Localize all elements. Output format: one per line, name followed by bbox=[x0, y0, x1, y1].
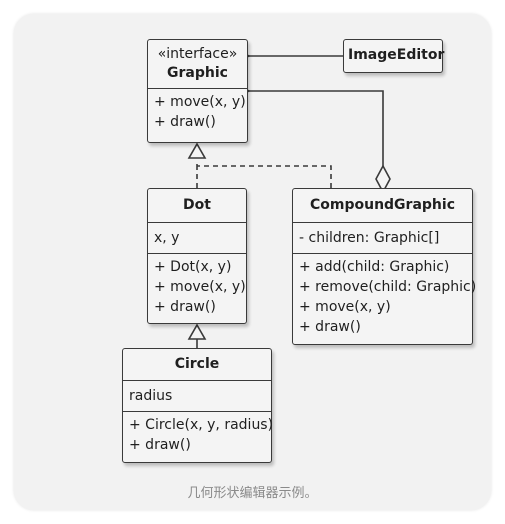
circle-box: Circle radius + Circle(x, y, radius) + d… bbox=[122, 348, 274, 463]
method-line: + draw() bbox=[129, 437, 191, 453]
graphic-title: Graphic bbox=[167, 65, 228, 81]
graphic-interface-box: «interface» Graphic + move(x, y) + draw(… bbox=[147, 39, 248, 143]
aggregation-line bbox=[249, 91, 384, 172]
compound-header: CompoundGraphic bbox=[293, 189, 472, 222]
circle-fields: radius bbox=[123, 380, 271, 411]
dot-title: Dot bbox=[183, 197, 211, 213]
method-line: + Dot(x, y) bbox=[154, 259, 232, 275]
image-editor-title: ImageEditor bbox=[348, 47, 445, 63]
method-line: + remove(child: Graphic) bbox=[299, 279, 477, 295]
method-line: + draw() bbox=[154, 299, 216, 315]
inheritance-triangle bbox=[187, 323, 207, 340]
graphic-header: «interface» Graphic bbox=[148, 40, 247, 88]
field-line: radius bbox=[129, 388, 173, 404]
method-line: + move(x, y) bbox=[154, 94, 246, 110]
compound-title: CompoundGraphic bbox=[309, 197, 455, 213]
method-line: + draw() bbox=[154, 114, 216, 130]
dot-fields: x, y bbox=[148, 222, 246, 253]
field-line: - children: Graphic[] bbox=[299, 230, 440, 246]
image-editor-header: ImageEditor bbox=[344, 40, 445, 71]
realization-triangle bbox=[187, 142, 207, 159]
method-line: + Circle(x, y, radius) bbox=[129, 417, 274, 433]
circle-title: Circle bbox=[174, 356, 220, 372]
circle-header: Circle bbox=[123, 349, 271, 380]
graphic-methods: + move(x, y) + draw() bbox=[148, 88, 247, 135]
method-line: + add(child: Graphic) bbox=[299, 259, 450, 275]
dot-methods: + Dot(x, y) + move(x, y) + draw() bbox=[148, 253, 246, 320]
interface-stereotype: «interface» bbox=[157, 46, 238, 62]
method-line: + move(x, y) bbox=[299, 299, 391, 315]
realization-line bbox=[196, 160, 332, 188]
image-editor-box: ImageEditor bbox=[343, 39, 445, 73]
diagram-caption: 几何形状编辑器示例。 bbox=[187, 486, 318, 501]
compound-fields: - children: Graphic[] bbox=[293, 222, 472, 253]
method-line: + move(x, y) bbox=[154, 279, 246, 295]
circle-methods: + Circle(x, y, radius) + draw() bbox=[123, 411, 274, 458]
compound-methods: + add(child: Graphic) + remove(child: Gr… bbox=[293, 253, 477, 340]
method-line: + draw() bbox=[299, 319, 361, 335]
dot-box: Dot x, y + Dot(x, y) + move(x, y) + draw… bbox=[147, 188, 247, 324]
field-line: x, y bbox=[154, 230, 180, 246]
dot-header: Dot bbox=[148, 189, 246, 222]
compound-graphic-box: CompoundGraphic - children: Graphic[] + … bbox=[292, 188, 477, 345]
